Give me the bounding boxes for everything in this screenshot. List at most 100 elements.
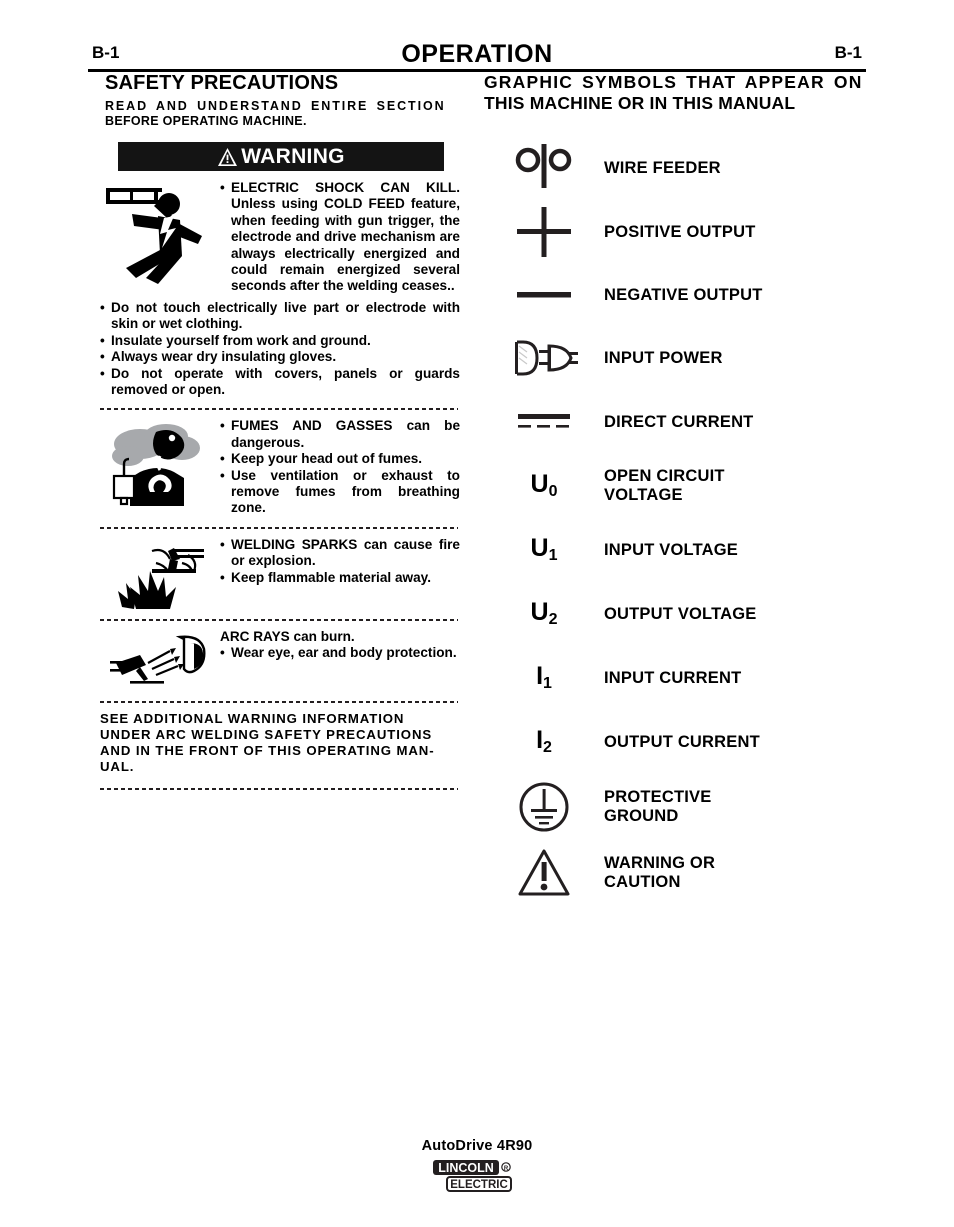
arc-rays-block: ARC RAYS can burn. Wear eye, ear and bod… [100, 629, 460, 691]
fumes-and-gasses-icon [112, 424, 200, 507]
logo-registered-mark: R [504, 1166, 509, 1172]
bullet-text: Use ventilation or exhaust to remove fum… [231, 467, 460, 516]
divider-dashed [100, 404, 458, 414]
read-note-line-1: READ AND UNDERSTAND ENTIRE SECTION [105, 99, 446, 113]
section-title: SAFETY PRECAUTIONS [105, 72, 339, 94]
list-item: WELDING SPARKS can cause fire or explosi… [220, 537, 460, 570]
variable-subscript: 1 [543, 675, 552, 692]
bullet-text: Do not operate with covers, panels or gu… [111, 365, 460, 398]
divider-dashed [100, 523, 458, 533]
symbol-row: U0 OPEN CIRCUIT VOLTAGE [484, 454, 866, 518]
list-item: Keep flammable material away. [220, 570, 460, 587]
symbol-glyph: I1 [484, 664, 604, 693]
list-item: Always wear dry insulating gloves. [100, 349, 460, 366]
input-voltage-icon: U1 [531, 536, 558, 565]
symbol-glyph: I2 [484, 728, 604, 757]
positive-output-icon [517, 207, 571, 257]
symbol-label: OPEN CIRCUIT VOLTAGE [604, 467, 784, 505]
read-note-line-2: BEFORE OPERATING MACHINE. [105, 113, 307, 128]
bullet-text: FUMES AND GASSES can be dangerous. [231, 418, 460, 450]
bullet-text: Insulate yourself from work and ground. [111, 332, 371, 348]
symbol-row: U2 OUTPUT VOLTAGE [484, 582, 866, 646]
symbol-label: OUTPUT VOLTAGE [604, 604, 757, 623]
symbol-row: I2 OUTPUT CURRENT [484, 710, 866, 774]
list-item: Do not touch electrically live part or e… [100, 300, 460, 333]
see-additional-warning-info: SEE ADDITIONAL WARNING INFORMATION UNDER… [100, 711, 458, 776]
symbol-row: I1 INPUT CURRENT [484, 646, 866, 710]
see-info-line-4: UAL. [100, 759, 135, 775]
symbol-glyph [484, 848, 604, 898]
symbol-label: NEGATIVE OUTPUT [604, 285, 763, 304]
list-item: Use ventilation or exhaust to remove fum… [220, 468, 460, 517]
arc-rays-icon-wrap [110, 633, 210, 696]
electric-shock-icon-wrap [102, 182, 208, 299]
graphic-symbols-title: GRAPHIC SYMBOLS THAT APPEAR ON THIS MACH… [484, 72, 866, 114]
symbol-label: INPUT VOLTAGE [604, 540, 738, 559]
logo-line-2: ELECTRIC [450, 1179, 508, 1191]
sparks-icon-wrap [108, 539, 212, 618]
arc-rays-bullets: Wear eye, ear and body protection. [220, 645, 460, 662]
lincoln-electric-logo: LINCOLN R ELECTRIC [431, 1159, 523, 1198]
list-item: Wear eye, ear and body protection. [220, 645, 460, 662]
symbol-label-text: WARNING OR CAUTION [604, 854, 716, 891]
bullet-text: WELDING SPARKS can cause fire or explosi… [231, 536, 460, 569]
see-info-line-2: UNDER ARC WELDING SAFETY PRECAUTIONS [100, 727, 433, 743]
sparks-bullets: WELDING SPARKS can cause fire or explosi… [220, 537, 460, 587]
symbol-label: INPUT POWER [604, 348, 723, 367]
bullet-text: Do not touch electrically live part or e… [111, 300, 460, 332]
symbol-row: POSITIVE OUTPUT [484, 200, 866, 264]
warning-caution-icon [518, 849, 570, 896]
fumes-bullets: FUMES AND GASSES can be dangerous. Keep … [220, 418, 460, 516]
symbol-glyph: U1 [484, 536, 604, 565]
list-item: Keep your head out of fumes. [220, 451, 460, 468]
symbol-glyph: U2 [484, 598, 604, 629]
see-info-line-1: SEE ADDITIONAL WARNING INFORMATION [100, 710, 405, 726]
bullet-text: Wear eye, ear and body protection. [231, 645, 457, 661]
symbol-row: WARNING OR CAUTION [484, 840, 866, 906]
warning-banner-label: WARNING [241, 145, 345, 168]
document-page: B-1 OPERATION B-1 SAFETY PRECAUTIONS REA… [0, 0, 954, 1227]
symbol-label: WARNING OR CAUTION [604, 854, 784, 892]
symbol-row: U1 INPUT VOLTAGE [484, 518, 866, 582]
list-item: Insulate yourself from work and ground. [100, 332, 460, 350]
list-item: FUMES AND GASSES can be dangerous. [220, 418, 460, 451]
symbol-glyph [484, 780, 604, 834]
symbol-label-text: PROTECTIVE GROUND [604, 788, 712, 825]
variable-subscript: 0 [548, 483, 558, 500]
page-title: OPERATION [401, 40, 553, 68]
divider-dashed [100, 697, 458, 707]
symbol-label: OUTPUT CURRENT [604, 732, 760, 751]
symbol-label: PROTECTIVE GROUND [604, 788, 784, 826]
divider-dashed [100, 615, 458, 625]
arc-rays-icon [110, 635, 206, 684]
welding-sparks-icon [118, 547, 204, 609]
lincoln-electric-logo-icon: LINCOLN R ELECTRIC [433, 1160, 512, 1192]
read-understand-note: READ AND UNDERSTAND ENTIRE SECTION BEFOR… [105, 99, 460, 128]
output-current-icon: I2 [536, 728, 552, 757]
symbol-row: INPUT POWER [484, 326, 866, 390]
logo-line-1: LINCOLN [438, 1161, 494, 1175]
input-power-icon [515, 340, 578, 376]
electric-shock-icon [106, 188, 202, 284]
page-header: B-1 OPERATION B-1 [88, 40, 866, 68]
page-footer: AutoDrive 4R90 LINCOLN R ELECTRIC [0, 1138, 954, 1198]
sparks-block: WELDING SPARKS can cause fire or explosi… [100, 537, 460, 609]
safety-precautions-column: SAFETY PRECAUTIONS READ AND UNDERSTAND E… [100, 72, 460, 798]
open-circuit-voltage-icon: U0 [531, 472, 558, 501]
negative-output-icon [517, 292, 571, 298]
symbol-row: NEGATIVE OUTPUT [484, 264, 866, 326]
symbol-list: WIRE FEEDER POSITIVE OUTPUT NEGATIVE OUT… [484, 136, 866, 906]
fumes-icon-wrap [104, 422, 208, 519]
symbol-row: WIRE FEEDER [484, 136, 866, 200]
symbol-label: POSITIVE OUTPUT [604, 222, 756, 241]
list-item: ELECTRIC SHOCK CAN KILL. Unless using CO… [220, 180, 460, 295]
variable-subscript: 2 [543, 739, 552, 756]
symbol-glyph [484, 336, 604, 380]
output-voltage-icon: U2 [530, 598, 558, 629]
wire-feeder-icon [515, 144, 572, 188]
variable-base: U [530, 598, 549, 626]
direct-current-icon [518, 414, 570, 428]
graphic-symbols-title-line-1: GRAPHIC SYMBOLS THAT APPEAR ON [484, 72, 863, 92]
warning-triangle-icon [218, 147, 238, 166]
protective-ground-icon [519, 782, 569, 832]
